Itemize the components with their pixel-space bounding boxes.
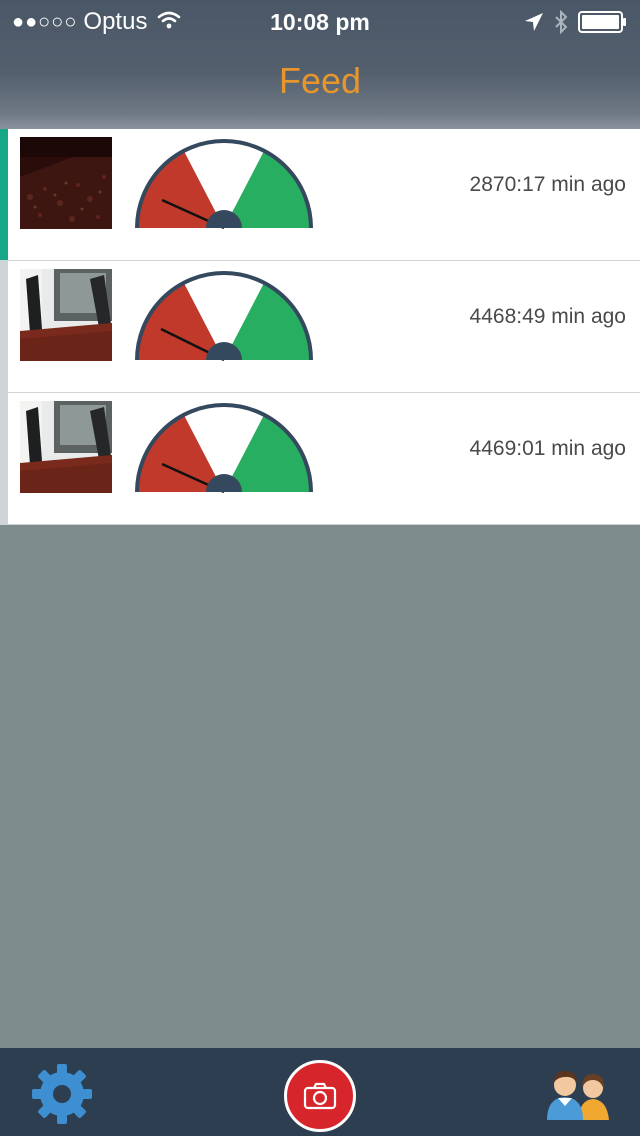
camera-icon [303, 1082, 337, 1110]
people-icon [547, 1071, 609, 1120]
gauge [135, 139, 313, 230]
gauge [135, 271, 313, 362]
status-bar: ●●○○○ Optus 10:08 pm [0, 0, 640, 44]
bluetooth-icon [554, 9, 568, 39]
time-ago: 4468:49 min ago [469, 305, 626, 328]
time-ago: 2870:17 min ago [469, 173, 626, 196]
selection-indicator [0, 129, 8, 260]
gauge [135, 403, 313, 494]
thumbnail [20, 269, 112, 361]
feed-list: 2870:17 min ago 4468:49 min ago 4469:01 … [0, 129, 640, 525]
thumbnail [20, 137, 112, 229]
tab-bar [0, 1048, 640, 1136]
status-right [524, 9, 628, 39]
location-arrow-icon [524, 12, 544, 37]
gear-icon [32, 1064, 92, 1124]
time-ago: 4469:01 min ago [469, 437, 626, 460]
feed-item[interactable]: 4469:01 min ago [0, 393, 640, 525]
page-title: Feed [278, 60, 362, 101]
feed-item[interactable]: 4468:49 min ago [0, 261, 640, 393]
thumbnail [20, 401, 112, 493]
selection-indicator [0, 261, 8, 392]
camera-button[interactable] [284, 1060, 356, 1132]
settings-button[interactable] [30, 1062, 94, 1126]
feed-item[interactable]: 2870:17 min ago [0, 129, 640, 261]
friends-button[interactable] [545, 1066, 611, 1120]
selection-indicator [0, 393, 8, 524]
header: ●●○○○ Optus 10:08 pm Feed [0, 0, 640, 129]
battery-icon [578, 11, 628, 38]
